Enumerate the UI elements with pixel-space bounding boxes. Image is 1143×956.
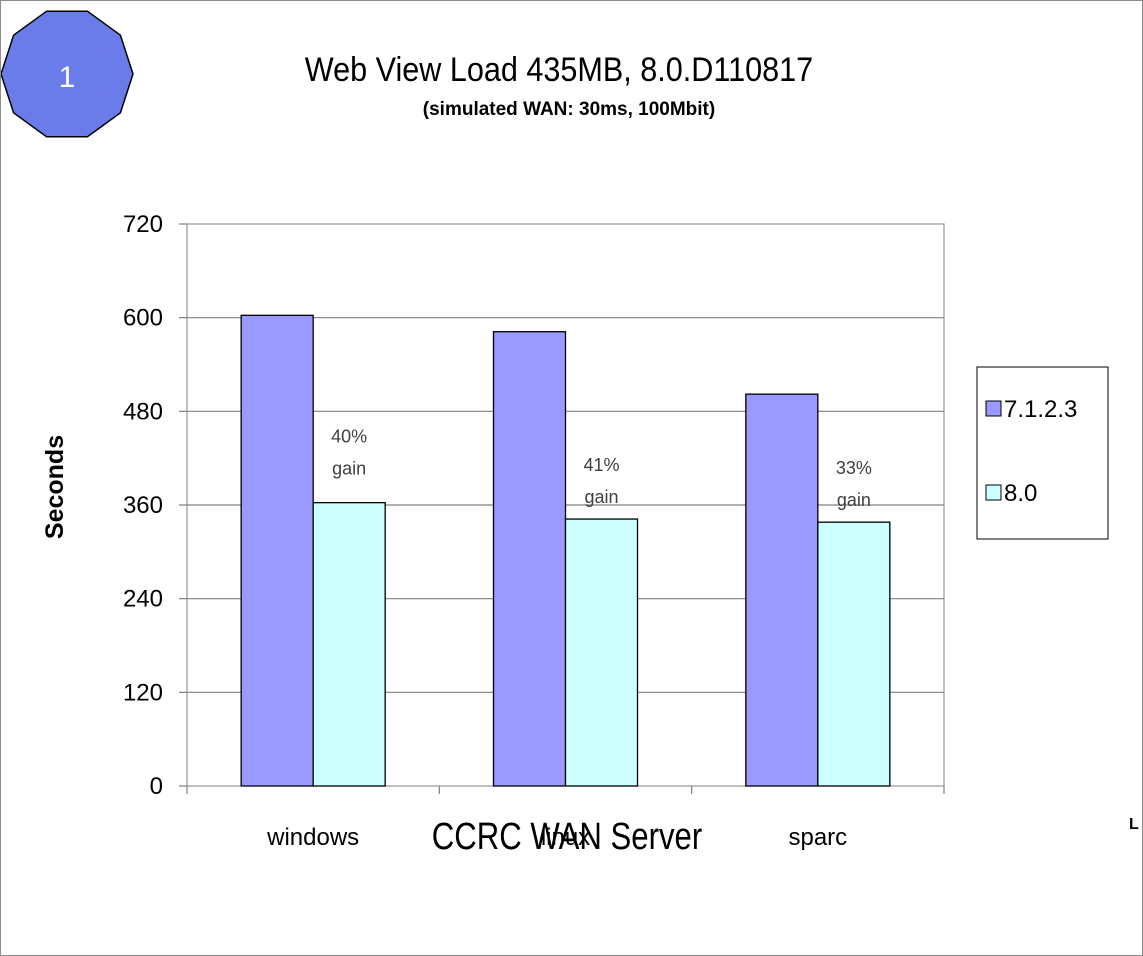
gain-annotation: gain <box>332 459 366 479</box>
x-axis-title: CCRC WAN Server <box>432 816 703 858</box>
y-axis-ticks: 0 120 240 360 480 600 720 <box>123 211 187 800</box>
bar <box>817 521 891 787</box>
legend-box <box>976 366 1109 540</box>
stray-text: L <box>1129 816 1139 833</box>
chart-frame: 1 Web View Load 435MB, 8.0.D110817 (simu… <box>0 0 1143 956</box>
chart-title: Web View Load 435MB, 8.0.D110817 <box>305 51 813 89</box>
y-tick-label: 480 <box>123 398 163 425</box>
gain-annotation: 33% <box>836 458 872 478</box>
y-tick-label: 720 <box>123 211 163 238</box>
gain-annotation: gain <box>584 487 618 507</box>
chart-subtitle: (simulated WAN: 30ms, 100Mbit) <box>423 99 715 120</box>
bar <box>240 314 314 787</box>
bar <box>745 393 819 787</box>
legend-label: 8.0 <box>1004 480 1037 507</box>
legend-swatch <box>985 484 1002 501</box>
legend-label: 7.1.2.3 <box>1004 396 1077 423</box>
x-tick-label: sparc <box>788 824 847 851</box>
gain-annotation: 40% <box>331 427 367 447</box>
x-tick-label: windows <box>266 824 359 851</box>
bar <box>492 331 567 787</box>
gain-annotation: gain <box>837 490 871 510</box>
bar <box>312 502 386 787</box>
y-tick-label: 120 <box>123 679 163 706</box>
legend-swatch <box>985 400 1002 417</box>
y-tick-label: 240 <box>123 586 163 613</box>
y-tick-label: 360 <box>123 492 163 519</box>
bar-chart: 1 Web View Load 435MB, 8.0.D110817 (simu… <box>1 10 1139 858</box>
y-axis-title: Seconds <box>41 435 69 539</box>
y-tick-label: 600 <box>123 305 163 332</box>
bar <box>564 518 639 787</box>
badge-label: 1 <box>59 61 76 94</box>
gain-annotation: 41% <box>583 455 619 475</box>
y-tick-label: 0 <box>150 773 163 800</box>
